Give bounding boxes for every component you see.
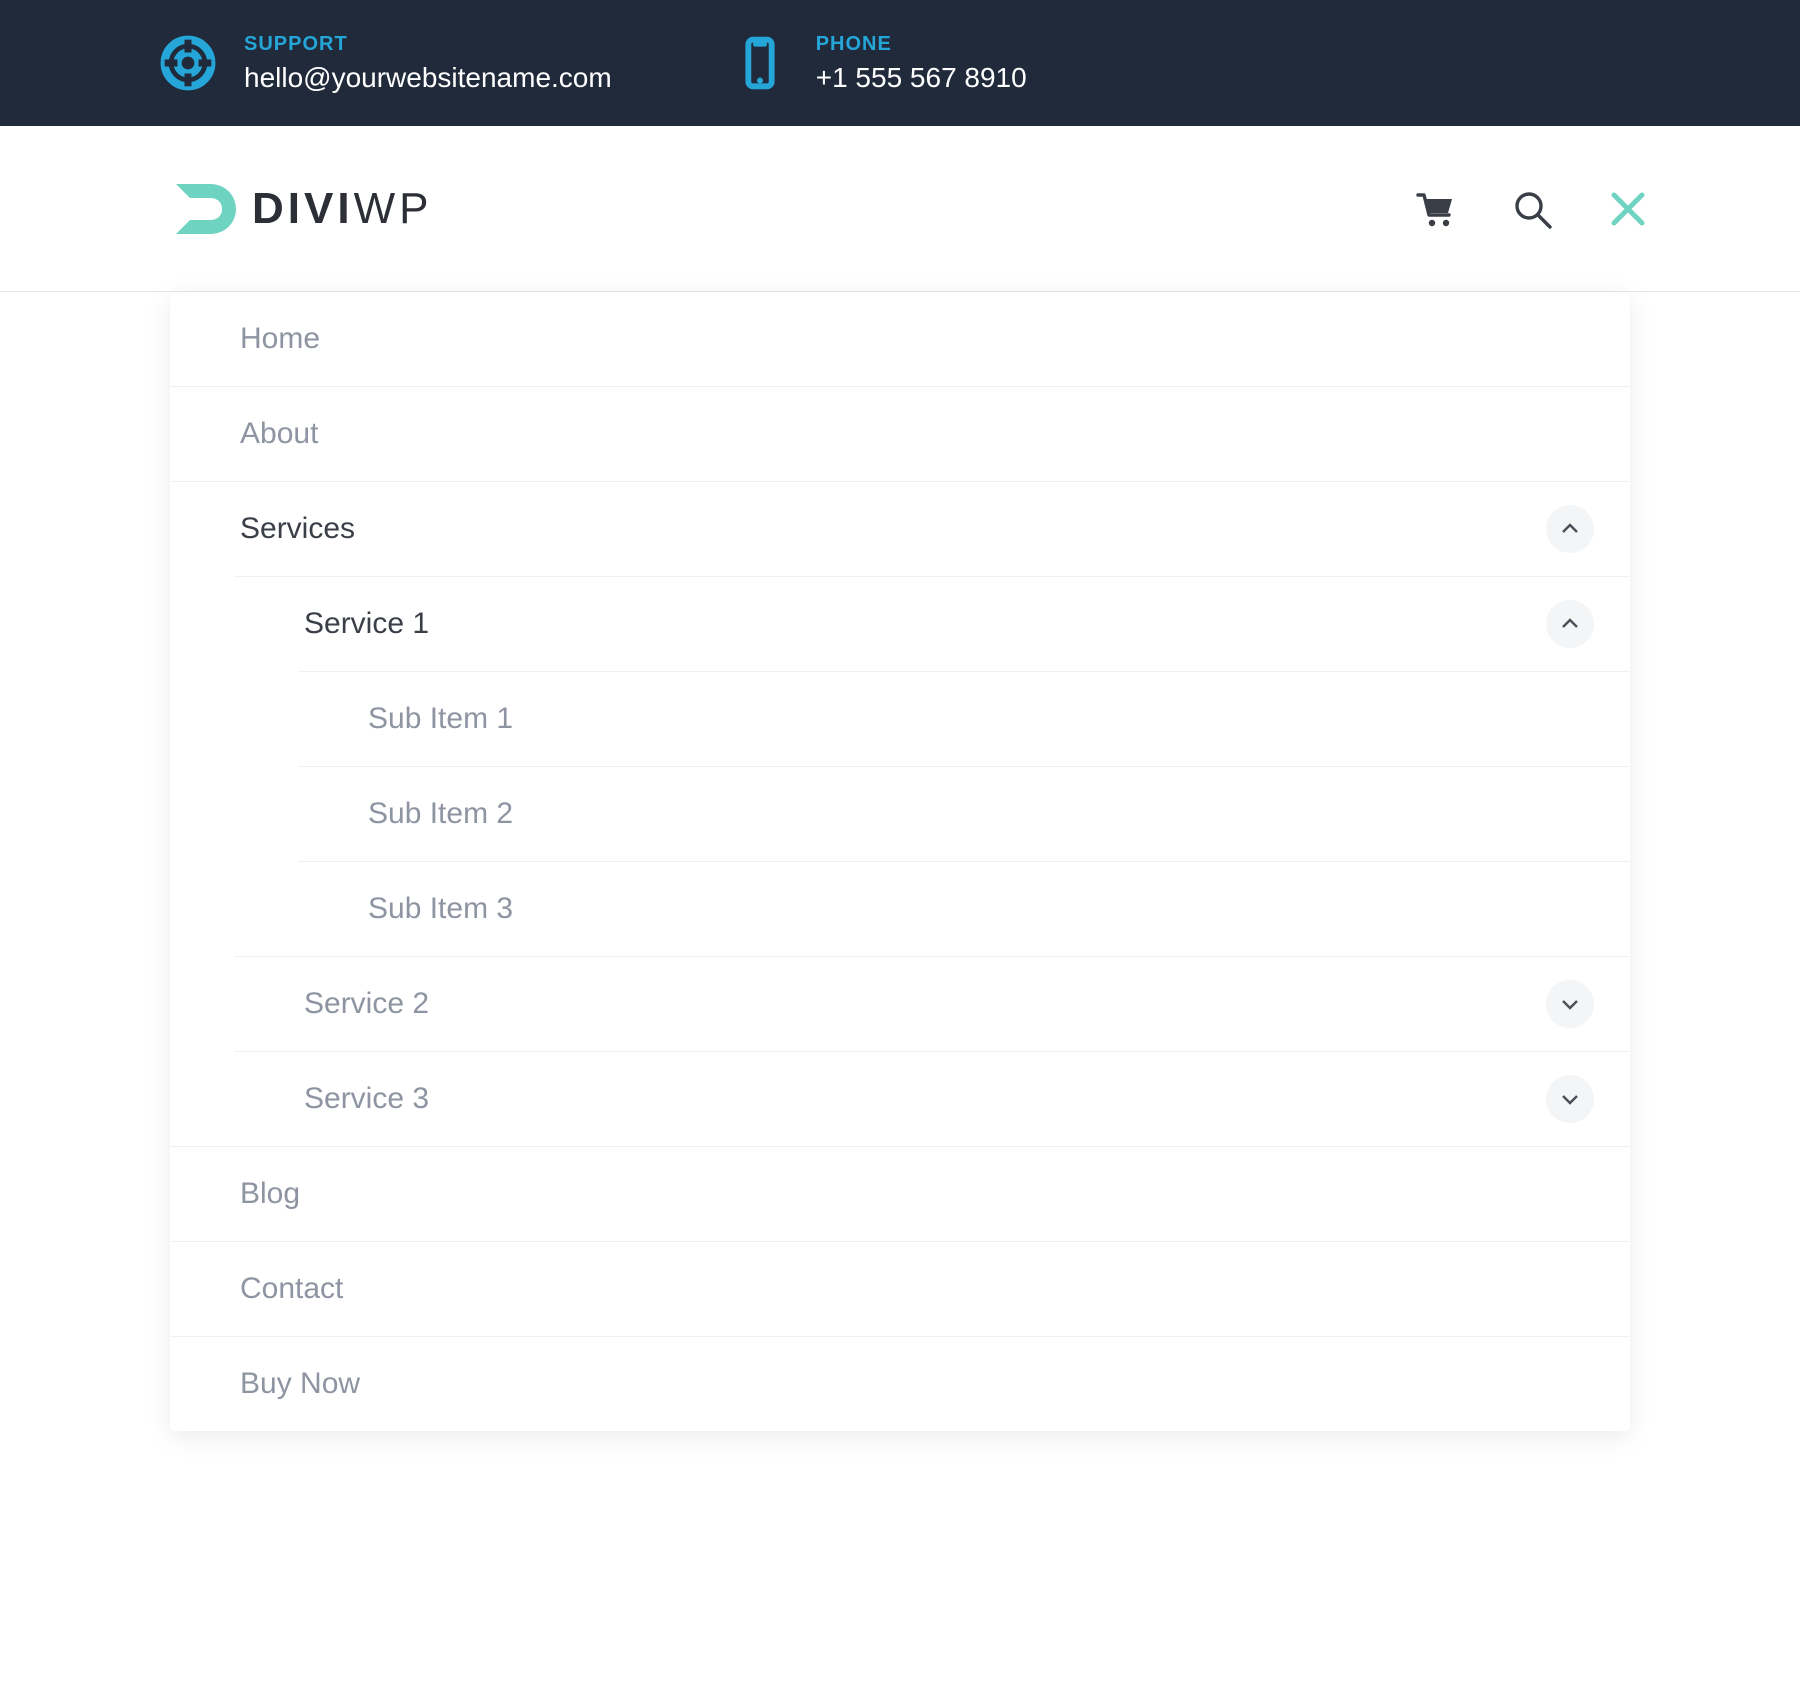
menu-item-label: Service 1 (304, 577, 429, 671)
cart-icon[interactable] (1414, 187, 1458, 231)
phone-number[interactable]: +1 555 567 8910 (816, 62, 1027, 94)
phone-icon (732, 35, 788, 91)
support-email[interactable]: hello@yourwebsitename.com (244, 62, 612, 94)
menu-item-label: Service 3 (304, 1052, 429, 1146)
menu-item-sub-item-1[interactable]: Sub Item 1 (298, 671, 1630, 766)
menu-item-sub-item-3[interactable]: Sub Item 3 (298, 861, 1630, 956)
menu-item-buy-now[interactable]: Buy Now (170, 1336, 1630, 1431)
topbar-support: SUPPORT hello@yourwebsitename.com (160, 33, 612, 94)
search-icon[interactable] (1510, 187, 1554, 231)
menu-item-label: Service 2 (304, 957, 429, 1051)
logo-text-wp: WP (354, 184, 433, 233)
life-ring-icon (160, 35, 216, 91)
support-label: SUPPORT (244, 33, 612, 56)
menu-item-contact[interactable]: Contact (170, 1241, 1630, 1336)
menu-item-service-2[interactable]: Service 2 (234, 956, 1630, 1051)
chevron-up-icon[interactable] (1546, 505, 1594, 553)
menu-item-services[interactable]: Services (170, 481, 1630, 576)
menu-item-label: Sub Item 2 (368, 767, 513, 861)
logo-mark-icon (170, 174, 240, 244)
header-actions (1414, 187, 1650, 231)
header: DIVIWP (0, 126, 1800, 292)
menu-item-label: Services (240, 482, 355, 576)
mobile-menu: Home About Services Service 1 Sub Item 1… (170, 292, 1630, 1431)
menu-item-label: About (240, 387, 318, 481)
menu-item-about[interactable]: About (170, 386, 1630, 481)
logo-text-divi: DIVI (252, 184, 354, 233)
chevron-down-icon[interactable] (1546, 1075, 1594, 1123)
close-icon[interactable] (1606, 187, 1650, 231)
logo-wordmark: DIVIWP (252, 184, 432, 234)
topbar-phone: PHONE +1 555 567 8910 (732, 33, 1027, 94)
menu-item-label: Buy Now (240, 1337, 360, 1431)
menu-item-label: Home (240, 292, 320, 386)
chevron-up-icon[interactable] (1546, 600, 1594, 648)
menu-item-label: Blog (240, 1147, 300, 1241)
menu-item-label: Sub Item 3 (368, 862, 513, 956)
menu-item-sub-item-2[interactable]: Sub Item 2 (298, 766, 1630, 861)
menu-item-service-3[interactable]: Service 3 (234, 1051, 1630, 1146)
phone-label: PHONE (816, 33, 1027, 56)
menu-item-blog[interactable]: Blog (170, 1146, 1630, 1241)
menu-item-service-1[interactable]: Service 1 (234, 576, 1630, 671)
chevron-down-icon[interactable] (1546, 980, 1594, 1028)
menu-item-label: Contact (240, 1242, 343, 1336)
logo[interactable]: DIVIWP (170, 174, 432, 244)
menu-item-home[interactable]: Home (170, 292, 1630, 386)
menu-item-label: Sub Item 1 (368, 672, 513, 766)
topbar: SUPPORT hello@yourwebsitename.com PHONE … (0, 0, 1800, 126)
